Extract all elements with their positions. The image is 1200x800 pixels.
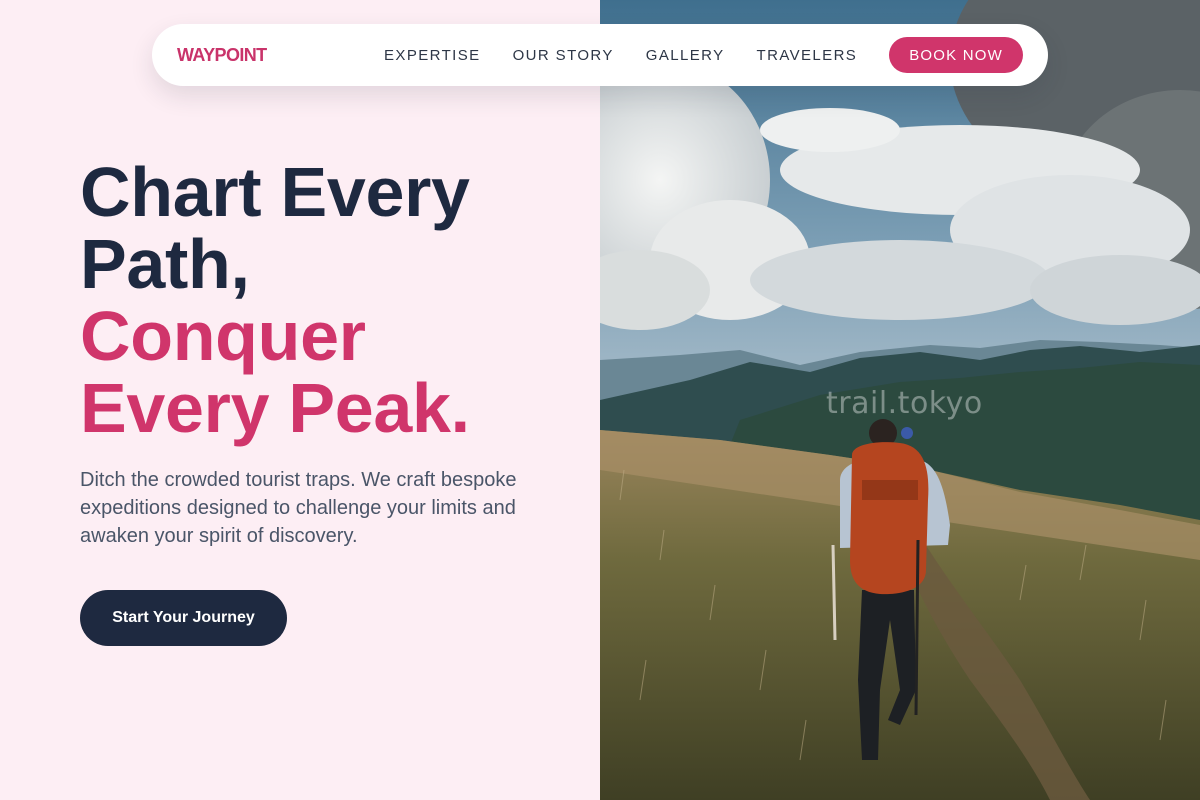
headline-line-3: Conquer bbox=[80, 297, 366, 375]
nav-links: EXPERTISE OUR STORY GALLERY TRAVELERS BO… bbox=[384, 37, 1023, 73]
top-nav: WAYPOINT EXPERTISE OUR STORY GALLERY TRA… bbox=[152, 24, 1048, 86]
nav-link-our-story[interactable]: OUR STORY bbox=[513, 47, 614, 64]
headline-line-1: Chart Every bbox=[80, 153, 470, 231]
start-journey-button[interactable]: Start Your Journey bbox=[80, 590, 287, 646]
book-now-button[interactable]: BOOK NOW bbox=[889, 37, 1023, 73]
hero-panel: Chart Every Path, Conquer Every Peak. Di… bbox=[0, 0, 600, 800]
brand-logo[interactable]: WAYPOINT bbox=[177, 45, 267, 66]
hero-headline: Chart Every Path, Conquer Every Peak. bbox=[80, 156, 470, 444]
nav-link-expertise[interactable]: EXPERTISE bbox=[384, 47, 481, 64]
hero-description: Ditch the crowded tourist traps. We craf… bbox=[80, 469, 517, 547]
nav-link-travelers[interactable]: TRAVELERS bbox=[757, 47, 858, 64]
headline-line-4: Every Peak. bbox=[80, 369, 470, 447]
nav-link-gallery[interactable]: GALLERY bbox=[646, 47, 725, 64]
headline-line-2: Path, bbox=[80, 225, 250, 303]
photo-watermark: trail.tokyo bbox=[826, 386, 983, 421]
